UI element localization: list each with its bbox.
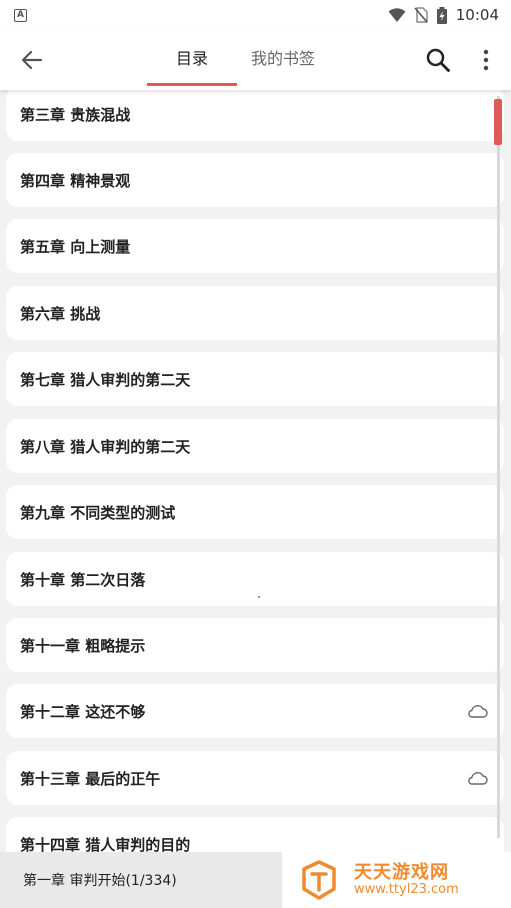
battery-icon bbox=[436, 6, 447, 24]
chapter-list[interactable]: 第三章 贵族混战 第四章 精神景观 第五章 向上测量 第六章 挑战 第七章 猎人… bbox=[0, 90, 511, 908]
back-arrow-icon[interactable] bbox=[18, 46, 46, 74]
watermark-title: 天天游戏网 bbox=[354, 862, 449, 883]
more-options-icon[interactable] bbox=[478, 46, 494, 74]
app-bar: 目录 我的书签 bbox=[0, 30, 511, 90]
wifi-icon bbox=[388, 7, 406, 22]
cloud-download-icon[interactable] bbox=[466, 770, 488, 786]
chapter-title: 第十三章 最后的正午 bbox=[20, 769, 161, 788]
active-tab-indicator bbox=[147, 83, 237, 86]
watermark-logo-icon bbox=[302, 860, 336, 900]
chapter-title: 第七章 猎人审判的第二天 bbox=[20, 370, 191, 389]
chapter-item[interactable]: 第十二章 这还不够 bbox=[6, 684, 504, 738]
chapter-item[interactable]: 第三章 贵族混战 bbox=[6, 90, 504, 141]
chapter-item[interactable]: 第九章 不同类型的测试 bbox=[6, 485, 504, 539]
chapter-title: 第十章 第二次日落 bbox=[20, 570, 146, 589]
chapter-item[interactable]: 第四章 精神景观 bbox=[6, 153, 504, 207]
chapter-item[interactable]: 第五章 向上测量 bbox=[6, 219, 504, 273]
current-chapter-bar[interactable]: 第一章 审判开始(1/334) bbox=[0, 852, 282, 908]
chapter-title: 第六章 挑战 bbox=[20, 304, 101, 323]
chapter-title: 第八章 猎人审判的第二天 bbox=[20, 437, 191, 456]
tab-my-bookmarks[interactable]: 我的书签 bbox=[240, 30, 326, 86]
current-chapter-label: 第一章 审判开始(1/334) bbox=[23, 873, 177, 889]
scrollbar-thumb[interactable] bbox=[494, 99, 502, 145]
chapter-title: 第五章 向上测量 bbox=[20, 237, 131, 256]
search-icon[interactable] bbox=[425, 47, 451, 73]
no-sim-icon bbox=[414, 7, 428, 23]
chapter-item[interactable]: 第六章 挑战 bbox=[6, 286, 504, 340]
scrollbar-track[interactable] bbox=[497, 96, 500, 838]
watermark: 天天游戏网 www.ttyl23.com bbox=[282, 852, 511, 908]
notification-badge-icon: A bbox=[14, 8, 27, 22]
chapter-item[interactable]: 第十三章 最后的正午 bbox=[6, 751, 504, 805]
chapter-item[interactable]: 第十一章 粗略提示 bbox=[6, 618, 504, 672]
chapter-item[interactable]: 第八章 猎人审判的第二天 bbox=[6, 419, 504, 473]
watermark-url: www.ttyl23.com bbox=[354, 882, 459, 897]
chapter-title: 第十二章 这还不够 bbox=[20, 702, 146, 721]
chapter-title: 第三章 贵族混战 bbox=[20, 105, 131, 124]
chapter-title: 第九章 不同类型的测试 bbox=[20, 503, 176, 522]
status-bar: A 10:04 bbox=[0, 0, 511, 30]
chapter-item[interactable]: 第十章 第二次日落 bbox=[6, 552, 504, 606]
cloud-download-icon[interactable] bbox=[466, 703, 488, 719]
chapter-title: 第十一章 粗略提示 bbox=[20, 636, 146, 655]
chapter-item[interactable]: 第七章 猎人审判的第二天 bbox=[6, 352, 504, 406]
tab-table-of-contents[interactable]: 目录 bbox=[147, 30, 237, 86]
chapter-title: 第四章 精神景观 bbox=[20, 171, 131, 190]
dust-dot bbox=[258, 596, 260, 598]
clock: 10:04 bbox=[455, 6, 499, 24]
